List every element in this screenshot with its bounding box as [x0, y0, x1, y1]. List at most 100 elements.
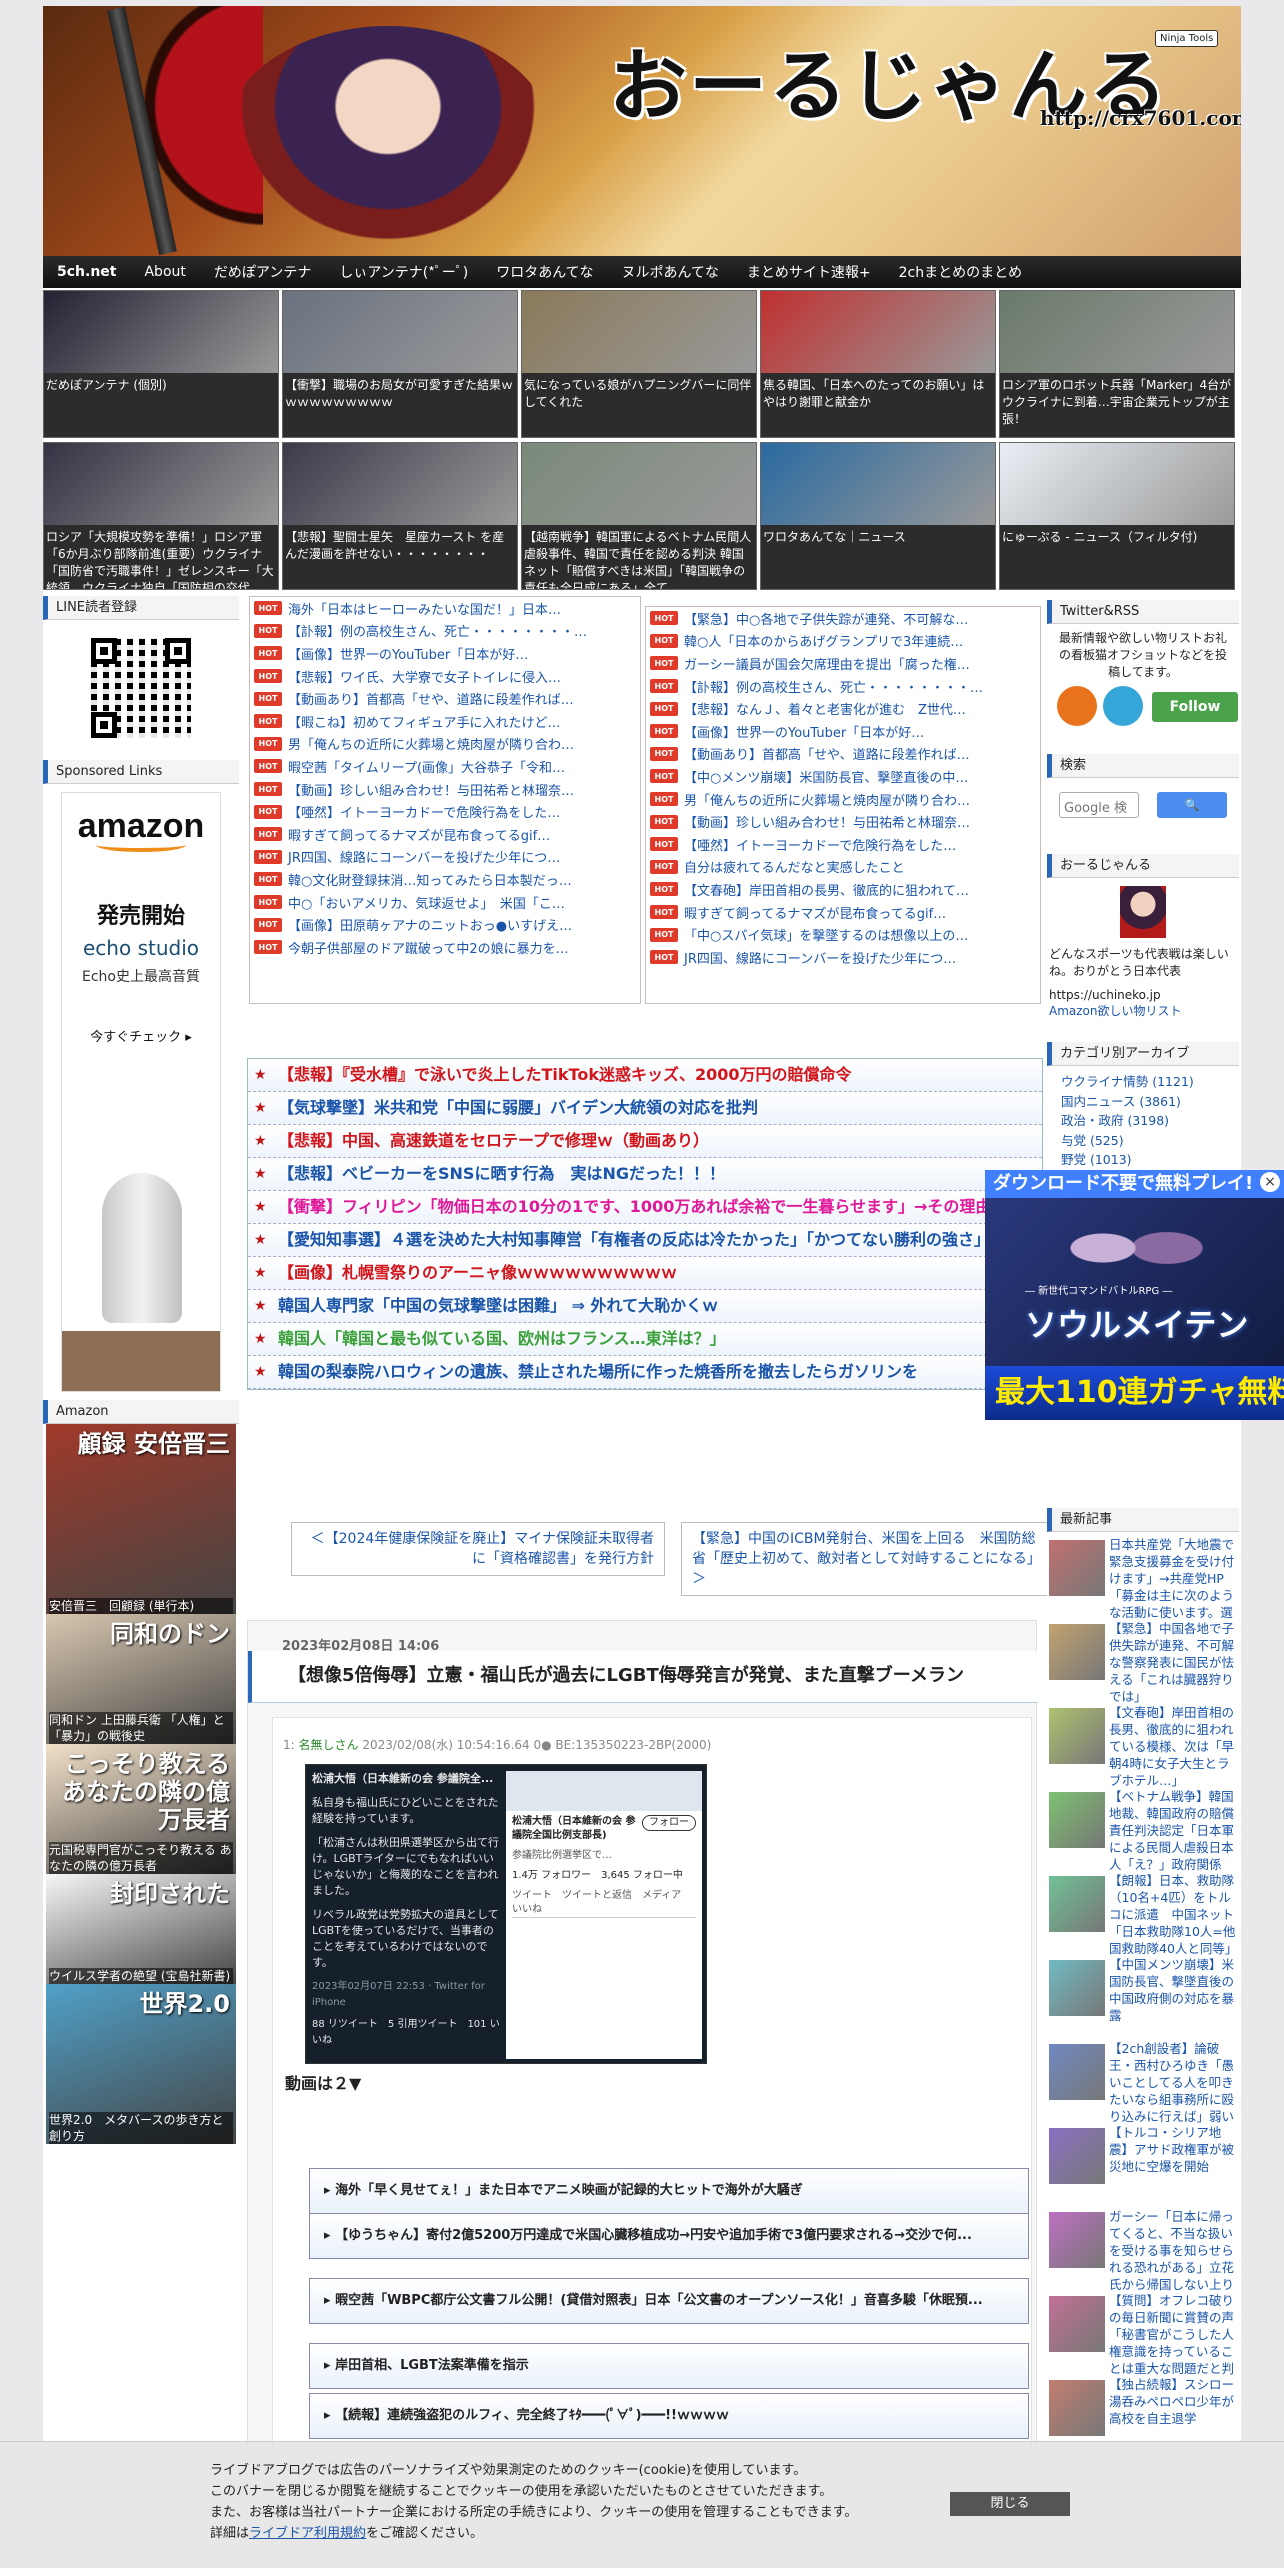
cookie-close-button[interactable]: 閉じる — [950, 2492, 1070, 2516]
hot-item-title[interactable]: 暇すぎて飼ってるナマズが昆布食ってるgif… — [288, 825, 550, 844]
thumbnail-item[interactable]: にゅーぷる - ニュース（フィルタ付) — [999, 442, 1235, 590]
recent-article-item[interactable]: 【2ch創設者】論破王・西村ひろゆき「愚いことしてる人を叩きたいなら組事務所に殴… — [1047, 2036, 1239, 2124]
amazon-book-title[interactable]: ウイルス学者の絶望 (宝島社新書) — [49, 1968, 233, 1984]
nav-about[interactable]: About — [144, 264, 185, 280]
hot-list-item[interactable]: HOT 【暇こね】初めてフィギュア手に入れたけど… — [250, 710, 640, 733]
nav-warota-antenna[interactable]: ワロタあんてな — [496, 262, 593, 282]
hot-list-item[interactable]: HOT 【画像】世界一のYouTuber「日本が好… — [250, 642, 640, 665]
recent-article-item[interactable]: ガーシー「日本に帰ってくると、不当な扱いを受ける事を知らせられる恐れがある」立花… — [1047, 2204, 1239, 2292]
ranking-item[interactable]: ★ 【衝撃】フィリピン「物価日本の10分の1です、1000万あれば余裕で一生暮らせ… — [248, 1191, 1042, 1224]
recent-article-item[interactable]: 【質問】オフレコ破りの毎日新聞に賞賛の声「秘書官がこうした人権意識を持っているこ… — [1047, 2288, 1239, 2376]
hot-list-item[interactable]: HOT 【緊急】中○各地で子供失踪が連発、不可解な… — [646, 607, 1040, 630]
recent-article-item[interactable]: 日本共産党「大地震で緊急支援募金を受け付けます」→共産党HP「募金は主に次のよう… — [1047, 1532, 1239, 1620]
nav-5ch[interactable]: 5ch.net — [57, 264, 116, 280]
line-qr-code[interactable] — [91, 638, 191, 738]
hot-item-title[interactable]: 中○「おいアメリカ、気球返せよ」 米国「こ… — [288, 893, 565, 912]
hot-item-title[interactable]: 男「俺んちの近所に火葬場と焼肉屋が隣り合わ… — [288, 734, 574, 753]
recent-article-item[interactable]: 【文春砲】岸田首相の長男、徹底的に狙われている模様、次は「早朝4時に女子大生とラ… — [1047, 1700, 1239, 1788]
hot-list-item[interactable]: HOT 【悲報】なんＪ、着々と老害化が進む Z世代… — [646, 697, 1040, 720]
hot-item-title[interactable]: 【唖然】イトーヨーカドーで危険行為をした… — [288, 802, 560, 821]
thumbnail-item[interactable]: 【越南戦争】韓国軍によるベトナム民間人虐殺事件、韓国で責任を認める判決 韓国ネッ… — [521, 442, 757, 590]
hot-item-title[interactable]: 【画像】世界一のYouTuber「日本が好… — [288, 644, 528, 663]
hot-list-item[interactable]: HOT 海外「日本はヒーローみたいな国だ！」日本… — [250, 597, 640, 620]
hot-list-item[interactable]: HOT 暇すぎて飼ってるナマズが昆布食ってるgif… — [646, 901, 1040, 924]
hot-list-item[interactable]: HOT 【唖然】イトーヨーカドーで危険行為をした… — [646, 833, 1040, 856]
amazon-book-title[interactable]: 同和ドン 上田藤兵衛 「人権」と「暴力」の戦後史 — [49, 1712, 233, 1744]
hot-list-item[interactable]: HOT 【動画あり】首都高「せや、道路に段差作れば… — [646, 743, 1040, 766]
hot-item-title[interactable]: 自分は疲れてるんだなと実感したこと — [684, 857, 905, 876]
thumbnail-item[interactable]: 気になっている娘がハプニングバーに同伴してくれた — [521, 290, 757, 438]
ranking-title[interactable]: 【衝撃】フィリピン「物価日本の10分の1です、1000万あれば余裕で一生暮らせま… — [278, 1197, 1023, 1217]
nav-damepo-antenna[interactable]: だめぽアンテナ — [214, 262, 311, 282]
hot-item-title[interactable]: 【画像】世界一のYouTuber「日本が好… — [684, 722, 924, 741]
hot-item-title[interactable]: 今朝子供部屋のドア蹴破って中2の娘に暴力を… — [288, 938, 569, 957]
hot-item-title[interactable]: 【悲報】なんＪ、着々と老害化が進む Z世代… — [684, 699, 966, 718]
hot-item-title[interactable]: 「中○スパイ気球」を撃墜するのは想像以上の… — [684, 925, 968, 944]
search-button[interactable]: 🔍 — [1157, 792, 1227, 818]
hot-list-item[interactable]: HOT 「中○スパイ気球」を撃墜するのは想像以上の… — [646, 923, 1040, 946]
amazon-book-item[interactable]: 封印された ウイルス学者の絶望 (宝島社新書) — [46, 1874, 236, 1984]
hot-item-title[interactable]: JR四国、線路にコーンバーを投げた少年につ… — [288, 847, 560, 866]
recent-article-title[interactable]: 【朗報】日本、救助隊（10名+4匹）をトルコに派遣 中国ネット「日本救助隊10人… — [1109, 1872, 1239, 1956]
hot-list-item[interactable]: HOT JR四国、線路にコーンバーを投げた少年につ… — [250, 846, 640, 869]
ranking-title[interactable]: 【画像】札幌雪祭りのアーニャ像ｗｗｗｗｗｗｗｗｗｗ — [278, 1263, 677, 1283]
category-item[interactable]: 国内ニュース (3861) — [1047, 1092, 1239, 1112]
ranking-title[interactable]: 【気球撃墜】米共和党「中国に弱腰」バイデン大統領の対応を批判 — [278, 1098, 758, 1118]
recent-article-title[interactable]: 【質問】オフレコ破りの毎日新聞に賞賛の声「秘書官がこうした人権意識を持っているこ… — [1109, 2292, 1239, 2376]
thumbnail-item[interactable]: 【衝撃】職場のお局女が可愛すぎた結果ｗｗｗｗｗｗｗｗｗｗ — [282, 290, 518, 438]
recent-article-item[interactable]: 【トルコ・シリア地震】アサド政権軍が被災地に空爆を開始 — [1047, 2120, 1239, 2204]
hot-list-item[interactable]: HOT 【画像】世界一のYouTuber「日本が好… — [646, 720, 1040, 743]
ranking-item[interactable]: ★ 【気球撃墜】米共和党「中国に弱腰」バイデン大統領の対応を批判 — [248, 1092, 1042, 1125]
hot-item-title[interactable]: 暇空茜「タイムリープ(画像」大谷恭子「令和… — [288, 757, 565, 776]
hot-item-title[interactable]: 【緊急】中○各地で子供失踪が連発、不可解な… — [684, 609, 968, 628]
hot-list-item[interactable]: HOT 韓○文化財登録抹消…知ってみたら日本製だっ… — [250, 868, 640, 891]
hot-list-item[interactable]: HOT 【動画】珍しい組み合わせ！与田祐希と林瑠奈… — [250, 778, 640, 801]
ranking-title[interactable]: 【悲報】ベビーカーをSNSに晒す行為 実はNGだった！！！ — [278, 1164, 725, 1184]
thumbnail-item[interactable]: ロシア軍のロボット兵器「Marker」4台がウクライナに到着…宇宙企業元トップが… — [999, 290, 1235, 438]
hot-list-item[interactable]: HOT 【中○メンツ崩壊】米国防長官、撃墜直後の中… — [646, 765, 1040, 788]
ranking-item[interactable]: ★ 【悲報】ベビーカーをSNSに晒す行為 実はNGだった！！！ — [248, 1158, 1042, 1191]
ranking-item[interactable]: ★ 【愛知知事選】４選を決めた大村知事陣営「有権者の反応は冷たかった」「かつてない… — [248, 1224, 1042, 1257]
related-article-link[interactable]: ▸ 岸田首相、LGBT法案準備を指示 — [309, 2343, 1029, 2389]
amazon-book-item[interactable]: 世界2.0 世界2.0 メタバースの歩き方と創り方 — [46, 1984, 236, 2144]
ranking-item[interactable]: ★ 【悲報】中国、高速鉄道をセロテープで修理ｗ（動画あり） — [248, 1125, 1042, 1158]
thumbnail-item[interactable]: ワロタあんてな｜ニュース — [760, 442, 996, 590]
hot-item-title[interactable]: ガーシー議員が国会欠席理由を提出「腐った権… — [684, 654, 970, 673]
thumbnail-item[interactable]: ロシア「大規模攻勢を準備！」ロシア軍「6か月ぶり部隊前進(重要）ウクライナ「国防… — [43, 442, 279, 590]
game-overlay-ad[interactable]: ダウンロード不要で無料プレイ! × ― 新世代コマンドバトルRPG ― ソウルメ… — [985, 1170, 1284, 1420]
article-title[interactable]: 【想像5倍侮辱】立憲・福山氏が過去にLGBT侮辱発言が発覚、また直撃ブーメラン — [248, 1651, 1038, 1703]
hot-item-title[interactable]: 韓○文化財登録抹消…知ってみたら日本製だっ… — [288, 870, 572, 889]
hot-list-item[interactable]: HOT 男「俺んちの近所に火葬場と焼肉屋が隣り合わ… — [250, 733, 640, 756]
amazon-book-item[interactable]: こっそり教える あなたの隣の億万長者 元国税専門官がこっそり教える あなたの隣の億… — [46, 1744, 236, 1874]
related-article-link[interactable]: ▸ 暇空茜「WBPC都庁公文書フル公開！(貸借対照表」日本「公文書のオープンソー… — [309, 2278, 1029, 2324]
hot-item-title[interactable]: 【訃報】例の高校生さん、死亡・・・・・・・・… — [288, 621, 587, 640]
hot-list-item[interactable]: HOT 【動画】珍しい組み合わせ！与田祐希と林瑠奈… — [646, 810, 1040, 833]
hot-item-title[interactable]: 海外「日本はヒーローみたいな国だ！」日本… — [288, 599, 561, 618]
next-article-link[interactable]: 【緊急】中国のICBM発射台、米国を上回る 米国防総省「歴史上初めて、敵対者とし… — [681, 1522, 1057, 1596]
prev-article-link[interactable]: ＜【2024年健康保険証を廃止】マイナ保険証未取得者に「資格確認書」を発行方針 — [291, 1522, 665, 1576]
nav-2ch-matome[interactable]: 2chまとめのまとめ — [899, 262, 1022, 282]
recent-article-title[interactable]: 【ベトナム戦争】韓国地裁、韓国政府の賠償責任判決認定「日本軍による民間人虐殺日本… — [1109, 1788, 1239, 1872]
tweet-screenshot[interactable]: 松浦大悟（日本維新の会 参議院全... 私自身も福山氏にひどいことをされた経験を… — [305, 1764, 707, 2064]
ranking-item[interactable]: ★ 【悲報】『受水槽』で泳いで炎上したTikTok迷惑キッズ、2000万円の賠償命… — [248, 1059, 1042, 1092]
recent-article-title[interactable]: 【トルコ・シリア地震】アサド政権軍が被災地に空爆を開始 — [1109, 2124, 1239, 2208]
hot-item-title[interactable]: 【暇こね】初めてフィギュア手に入れたけど… — [288, 712, 560, 731]
recent-article-title[interactable]: 【2ch創設者】論破王・西村ひろゆき「愚いことしてる人を叩きたいなら組事務所に殴… — [1109, 2040, 1239, 2124]
thumbnail-item[interactable]: だめぽアンテナ (個別) — [43, 290, 279, 438]
thumbnail-item[interactable]: 【悲報】聖闘士星矢 星座カースト を産んだ漫画を許せない・・・・・・・・ — [282, 442, 518, 590]
amazon-book-title[interactable]: 安倍晋三 回顧録 (単行本) — [49, 1598, 233, 1614]
nav-nurupo-antenna[interactable]: ヌルポあんてな — [622, 262, 719, 282]
hot-item-title[interactable]: 【動画】珍しい組み合わせ！与田祐希と林瑠奈… — [288, 780, 574, 799]
hot-list-item[interactable]: HOT JR四国、線路にコーンバーを投げた少年につ… — [646, 946, 1040, 969]
hot-list-item[interactable]: HOT 自分は疲れてるんだなと実感したこと — [646, 856, 1040, 879]
recent-article-title[interactable]: 日本共産党「大地震で緊急支援募金を受け付けます」→共産党HP「募金は主に次のよう… — [1109, 1536, 1239, 1620]
ranking-title[interactable]: 韓国人専門家「中国の気球撃墜は困難」 ⇒ 外れて大恥かくｗ — [278, 1296, 718, 1316]
ranking-title[interactable]: 韓国の梨泰院ハロウィンの遺族、禁止された場所に作った焼香所を撤去したらガソリンを — [278, 1362, 918, 1382]
close-icon[interactable]: × — [1260, 1172, 1280, 1192]
hot-list-item[interactable]: HOT 【訃報】例の高校生さん、死亡・・・・・・・・… — [646, 675, 1040, 698]
hot-item-title[interactable]: 【中○メンツ崩壊】米国防長官、撃墜直後の中… — [684, 767, 968, 786]
hot-item-title[interactable]: 【動画】珍しい組み合わせ！与田祐希と林瑠奈… — [684, 812, 970, 831]
hot-item-title[interactable]: JR四国、線路にコーンバーを投げた少年につ… — [684, 948, 956, 967]
recent-article-item[interactable]: 【朗報】日本、救助隊（10名+4匹）をトルコに派遣 中国ネット「日本救助隊10人… — [1047, 1868, 1239, 1956]
amazon-book-title[interactable]: 元国税専門官がこっそり教える あなたの隣の億万長者 — [49, 1842, 233, 1874]
